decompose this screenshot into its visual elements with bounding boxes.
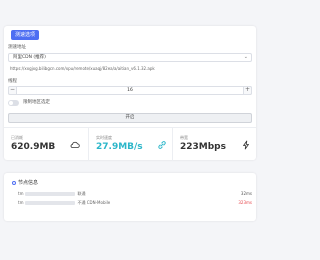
node-suffix: 不通 CDN-Mobile — [77, 200, 111, 205]
stats-row: 已消耗 620.9MB 实时速度 27.9MB/s 带宽 223Mbps — [4, 127, 256, 161]
redacted-ip — [25, 201, 76, 205]
circle-icon — [12, 180, 16, 185]
node-latency: 32ms — [240, 191, 252, 196]
redacted-ip — [25, 192, 76, 196]
cloud-icon — [70, 141, 80, 148]
toggle-knob — [9, 101, 13, 105]
region-toggle-label: 限制地区选定 — [23, 100, 50, 105]
stat-value: 27.9MB/s — [96, 142, 143, 152]
threads-value[interactable]: 16 — [9, 87, 251, 94]
stat-label: 带宽 — [180, 135, 188, 140]
node-latency: 323ms — [238, 200, 252, 205]
stat-value: 223Mbps — [180, 142, 226, 152]
stat-bandwidth: 带宽 223Mbps — [172, 128, 256, 161]
node-suffix: 联通 — [77, 191, 86, 196]
options-badge: 测速选项 — [11, 30, 40, 40]
nodes-card: 节点信息 tm 联通 32ms tm 不通 CDN-Mobile 323ms — [4, 173, 256, 221]
threads-label: 线程 — [8, 79, 17, 84]
lightning-icon — [243, 140, 249, 150]
region-toggle[interactable] — [8, 100, 19, 106]
chevron-down-icon: ⌄ — [243, 54, 248, 60]
test-url: https://xxgjxg.bilibgcn.com/xpu/remote/x… — [10, 66, 155, 71]
source-select[interactable]: 阿里CDN (推荐) ⌄ — [8, 53, 252, 62]
stat-speed: 实时速度 27.9MB/s — [88, 128, 172, 161]
node-row: tm 不通 CDN-Mobile 323ms — [18, 199, 252, 206]
source-selected-value: 阿里CDN (推荐) — [13, 55, 46, 60]
stat-value: 620.9MB — [11, 142, 56, 152]
node-row: tm 联通 32ms — [18, 190, 252, 197]
link-icon — [158, 141, 166, 149]
start-button[interactable]: 开启 — [8, 113, 252, 123]
nodes-title: 节点信息 — [12, 179, 38, 186]
threads-stepper: − 16 + — [8, 86, 252, 95]
stat-consumed: 已消耗 620.9MB — [4, 128, 88, 161]
stat-label: 实时速度 — [96, 135, 112, 140]
node-prefix: tm — [18, 191, 24, 196]
stat-label: 已消耗 — [11, 135, 23, 140]
increment-button[interactable]: + — [243, 86, 252, 95]
source-label: 测速地址 — [8, 45, 26, 50]
node-prefix: tm — [18, 200, 24, 205]
